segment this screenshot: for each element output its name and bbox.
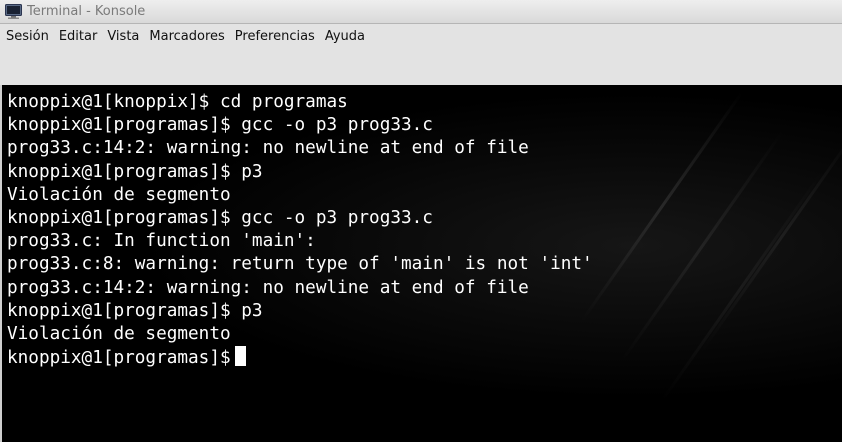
terminal-line: prog33.c:14:2: warning: no newline at en… <box>7 277 529 298</box>
terminal-line: knoppix@1[knoppix]$ cd programas <box>7 92 348 112</box>
terminal-view[interactable]: knoppix@1[knoppix]$ cd programas knoppix… <box>2 85 842 442</box>
terminal-prompt: knoppix@1[programas]$ <box>7 348 231 369</box>
menu-marcadores[interactable]: Marcadores <box>144 26 229 48</box>
terminal-line: Violación de segmento <box>7 323 231 344</box>
menu-bar: Sesión Editar Vista Marcadores Preferenc… <box>0 24 842 85</box>
menu-ayuda[interactable]: Ayuda <box>320 26 370 48</box>
terminal-line: Violación de segmento <box>7 184 231 205</box>
title-bar[interactable]: Terminal - Konsole <box>0 0 842 24</box>
terminal-line: prog33.c: In function 'main': <box>7 231 316 252</box>
menu-sesion[interactable]: Sesión <box>1 26 54 48</box>
window-title: Terminal - Konsole <box>27 4 146 19</box>
background-decoration <box>620 130 784 363</box>
terminal-line: prog33.c:14:2: warning: no newline at en… <box>7 138 529 159</box>
background-decoration <box>580 90 744 323</box>
terminal-prompt-line[interactable]: knoppix@1[programas]$ <box>7 346 593 369</box>
konsole-window: Terminal - Konsole Sesión Editar Vista M… <box>0 0 842 442</box>
text-cursor <box>234 346 246 367</box>
menu-editar[interactable]: Editar <box>54 26 103 48</box>
menu-vista[interactable]: Vista <box>102 26 144 48</box>
terminal-icon <box>5 4 22 19</box>
terminal-line: knoppix@1[programas]$ gcc -o p3 prog33.c <box>7 115 433 136</box>
background-decoration <box>660 170 824 403</box>
terminal-line: knoppix@1[programas]$ p3 <box>7 300 263 321</box>
terminal-line: knoppix@1[programas]$ p3 <box>7 161 263 182</box>
terminal-line: knoppix@1[programas]$ gcc -o p3 prog33.c <box>7 207 433 228</box>
terminal-output: knoppix@1[knoppix]$ cd programas knoppix… <box>7 91 593 369</box>
menu-preferencias[interactable]: Preferencias <box>230 26 320 48</box>
terminal-line: prog33.c:8: warning: return type of 'mai… <box>7 254 593 275</box>
